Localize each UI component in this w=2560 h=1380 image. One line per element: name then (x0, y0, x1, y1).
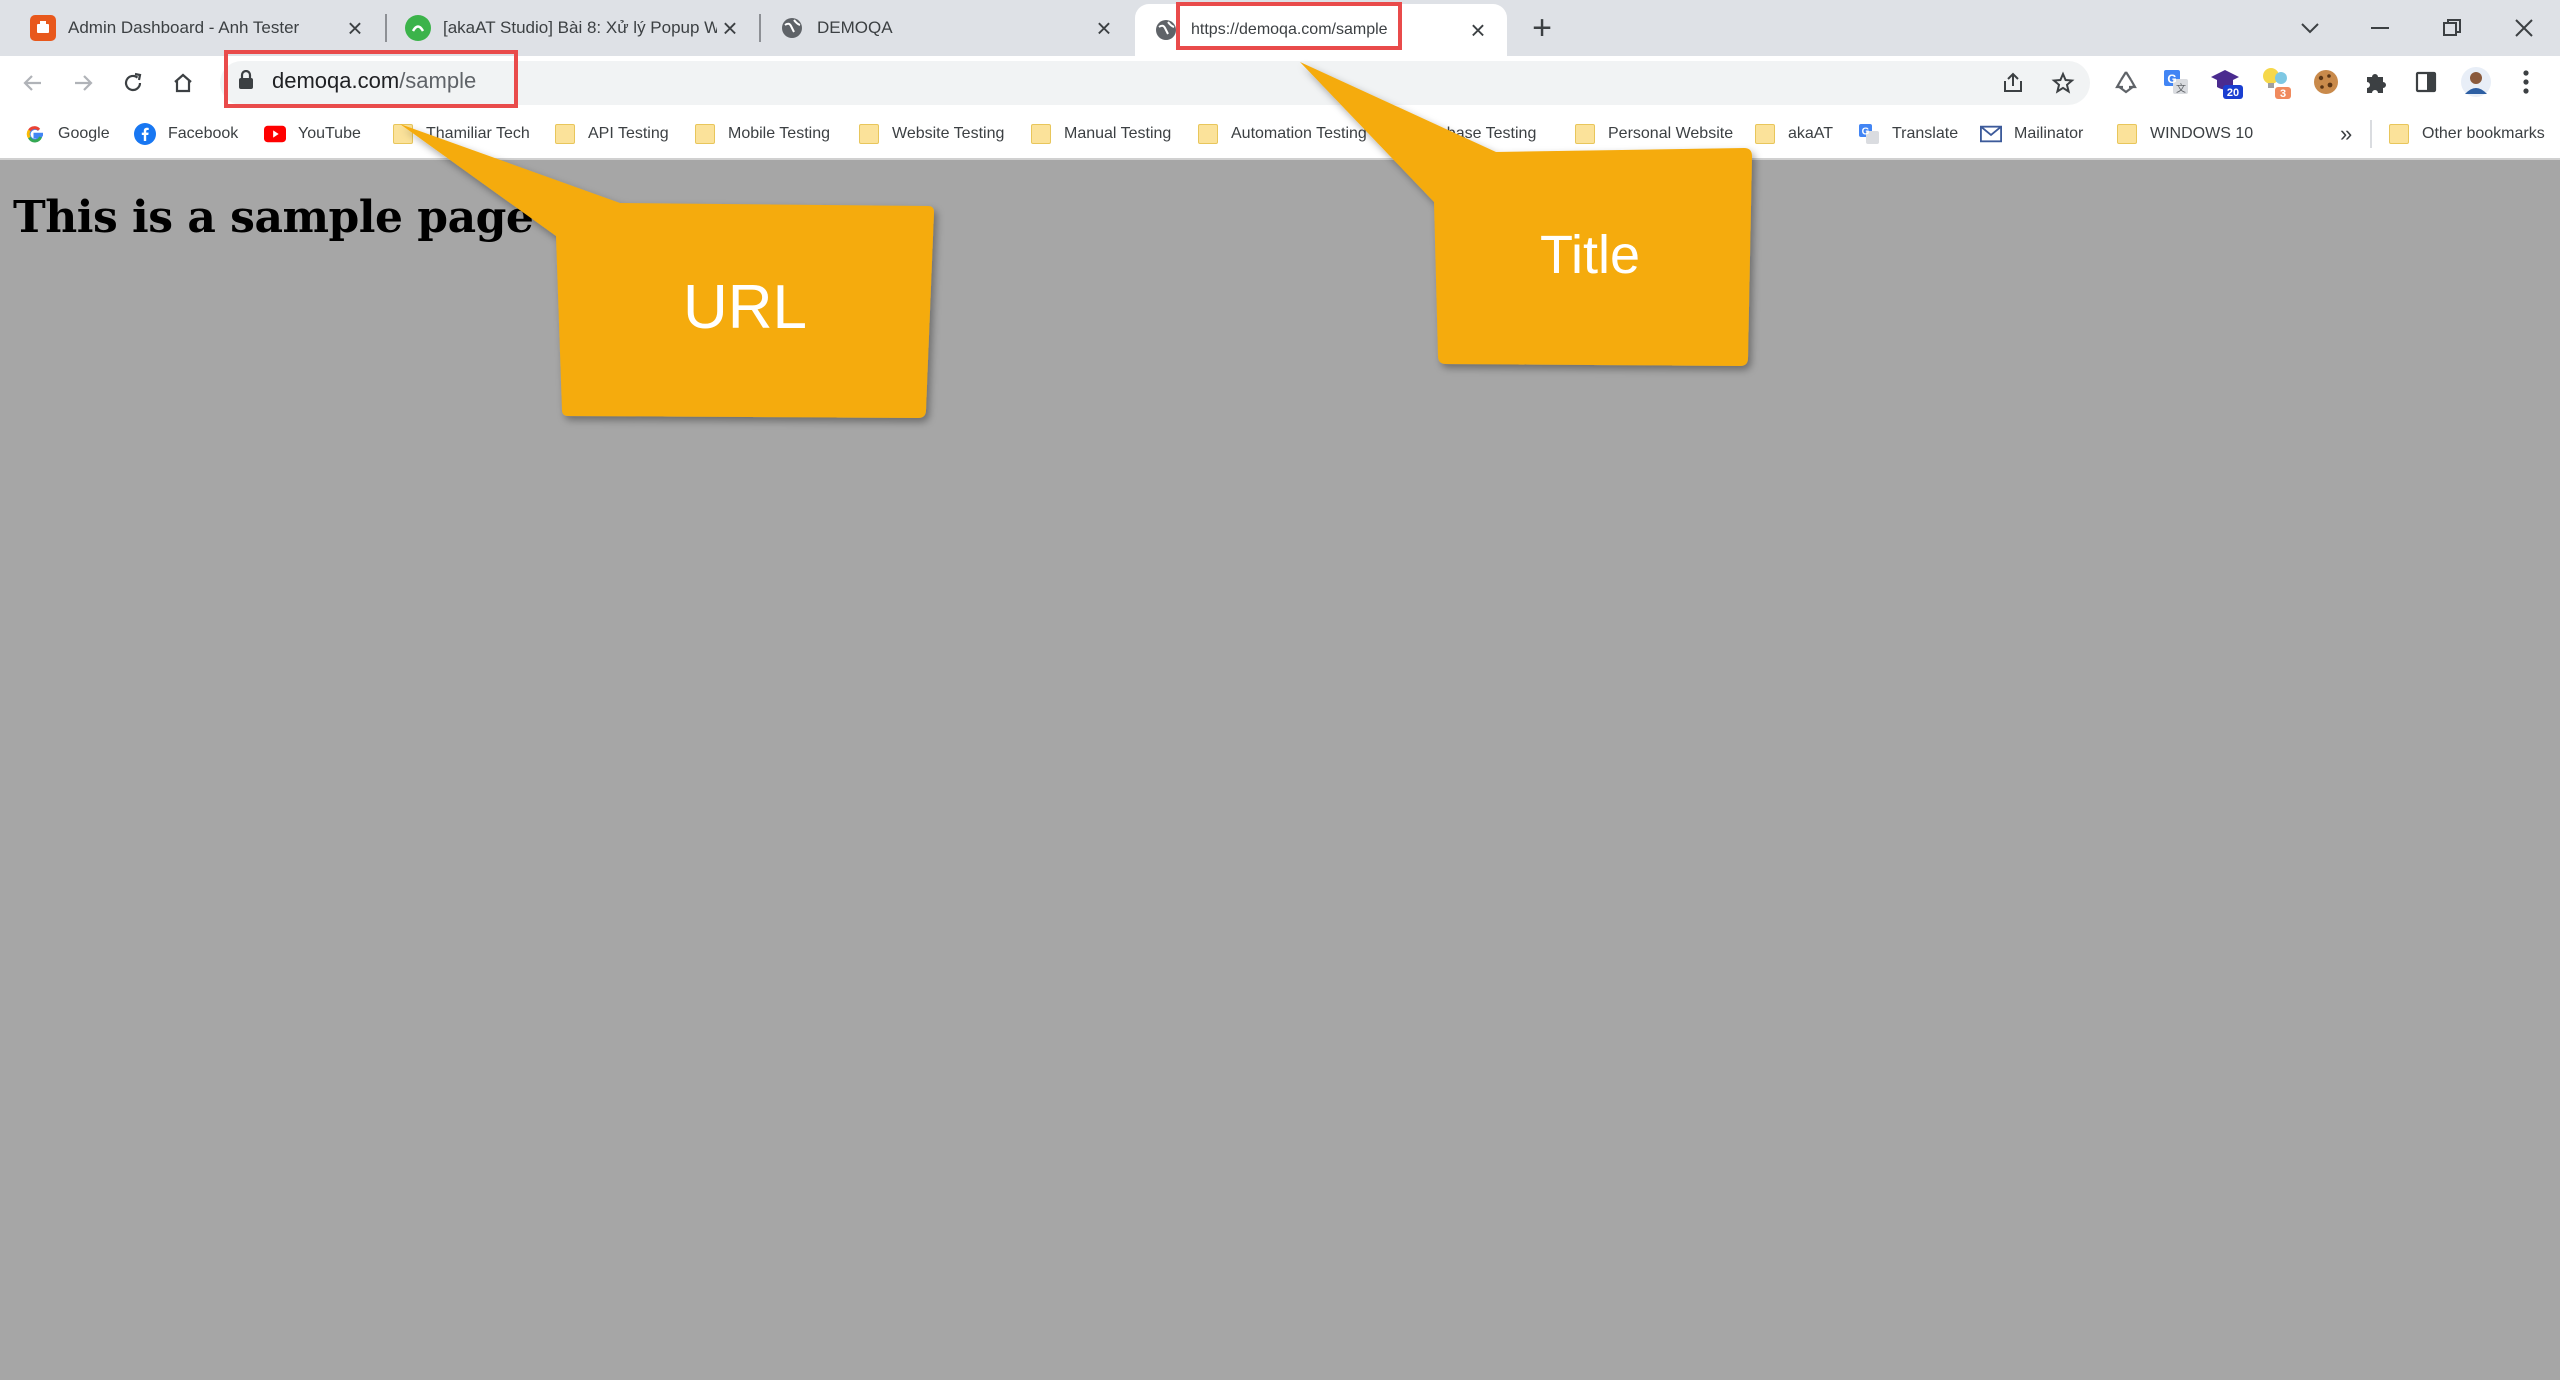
title-callout (1300, 62, 1752, 366)
url-callout-label: URL (682, 273, 808, 342)
title-callout-label: Title (1539, 225, 1640, 285)
callout-shapes (400, 62, 1752, 418)
url-callout (400, 124, 934, 418)
